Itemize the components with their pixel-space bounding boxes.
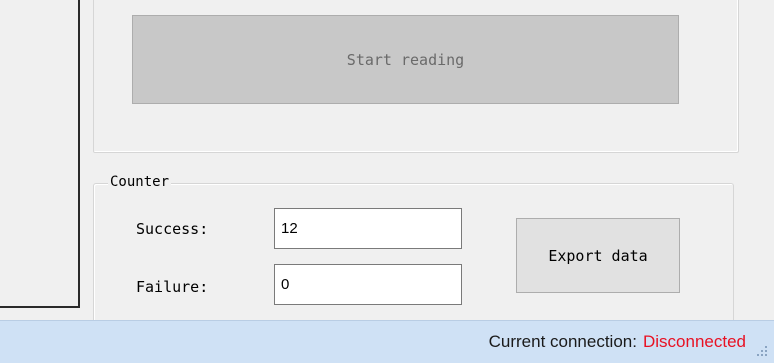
failure-label: Failure: [136, 278, 209, 296]
success-count-field[interactable] [274, 208, 462, 249]
status-bar: Current connection: Disconnected [0, 320, 774, 363]
connection-status-label: Current connection: [488, 332, 637, 351]
start-reading-button[interactable]: Start reading [132, 15, 679, 104]
connection-status: Current connection: Disconnected [489, 331, 746, 353]
resize-grip-icon[interactable] [756, 345, 768, 357]
success-label: Success: [136, 220, 209, 238]
export-data-button[interactable]: Export data [516, 218, 680, 293]
app-window: Start reading Counter Success: Failure: … [0, 0, 774, 363]
connection-status-value: Disconnected [642, 332, 746, 351]
failure-count-field[interactable] [274, 264, 462, 305]
left-panel [0, 0, 80, 308]
counter-group-title: Counter [108, 173, 172, 191]
